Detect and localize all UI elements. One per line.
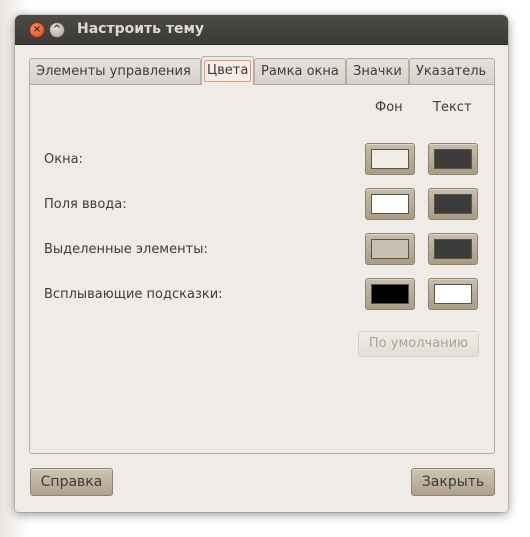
tooltips-bg-color-button[interactable]	[365, 278, 415, 310]
tab-colors-label: Цвета	[204, 60, 252, 82]
color-swatch	[371, 239, 409, 259]
row-label-windows: Окна:	[44, 152, 83, 167]
tab-bar: Элементы управления Цвета Рамка окна Зна…	[29, 56, 495, 85]
color-swatch	[434, 194, 472, 214]
color-swatch	[371, 284, 409, 304]
row-label-tooltips: Всплывающие подсказки:	[44, 287, 223, 302]
tab-window-border-label: Рамка окна	[261, 64, 339, 79]
tab-icons-label: Значки	[353, 64, 402, 79]
column-header-text: Текст	[433, 100, 472, 115]
tab-pointer-label: Указатель	[416, 64, 487, 79]
row-label-input-fields: Поля ввода:	[44, 197, 127, 212]
theme-dialog: × ^ Настроить тему Элементы управления Ц…	[15, 15, 508, 512]
tab-window-border[interactable]: Рамка окна	[254, 58, 346, 84]
selected-items-bg-color-button[interactable]	[365, 233, 415, 265]
colors-panel: Фон Текст Окна: Поля ввода: Выделенные э…	[29, 84, 495, 454]
color-swatch	[434, 149, 472, 169]
tab-icons[interactable]: Значки	[346, 58, 409, 84]
color-swatch	[371, 194, 409, 214]
reset-defaults-button[interactable]: По умолчанию	[358, 331, 479, 357]
color-swatch	[434, 284, 472, 304]
window-title: Настроить тему	[77, 21, 205, 37]
tab-colors[interactable]: Цвета	[201, 56, 254, 85]
close-button[interactable]: Закрыть	[411, 468, 495, 496]
color-swatch	[371, 149, 409, 169]
input-fields-text-color-button[interactable]	[428, 188, 478, 220]
title-bar[interactable]: × ^ Настроить тему	[15, 15, 508, 45]
tab-controls-label: Элементы управления	[36, 64, 191, 79]
tooltips-text-color-button[interactable]	[428, 278, 478, 310]
input-fields-bg-color-button[interactable]	[365, 188, 415, 220]
windows-text-color-button[interactable]	[428, 143, 478, 175]
tab-pointer[interactable]: Указатель	[409, 58, 495, 84]
tab-controls[interactable]: Элементы управления	[29, 58, 201, 84]
close-window-icon[interactable]: ×	[29, 22, 45, 38]
windows-bg-color-button[interactable]	[365, 143, 415, 175]
row-label-selected-items: Выделенные элементы:	[44, 242, 208, 257]
color-swatch	[434, 239, 472, 259]
column-header-background: Фон	[375, 100, 403, 115]
selected-items-text-color-button[interactable]	[428, 233, 478, 265]
help-button[interactable]: Справка	[30, 468, 113, 496]
maximize-window-icon[interactable]: ^	[49, 22, 65, 38]
